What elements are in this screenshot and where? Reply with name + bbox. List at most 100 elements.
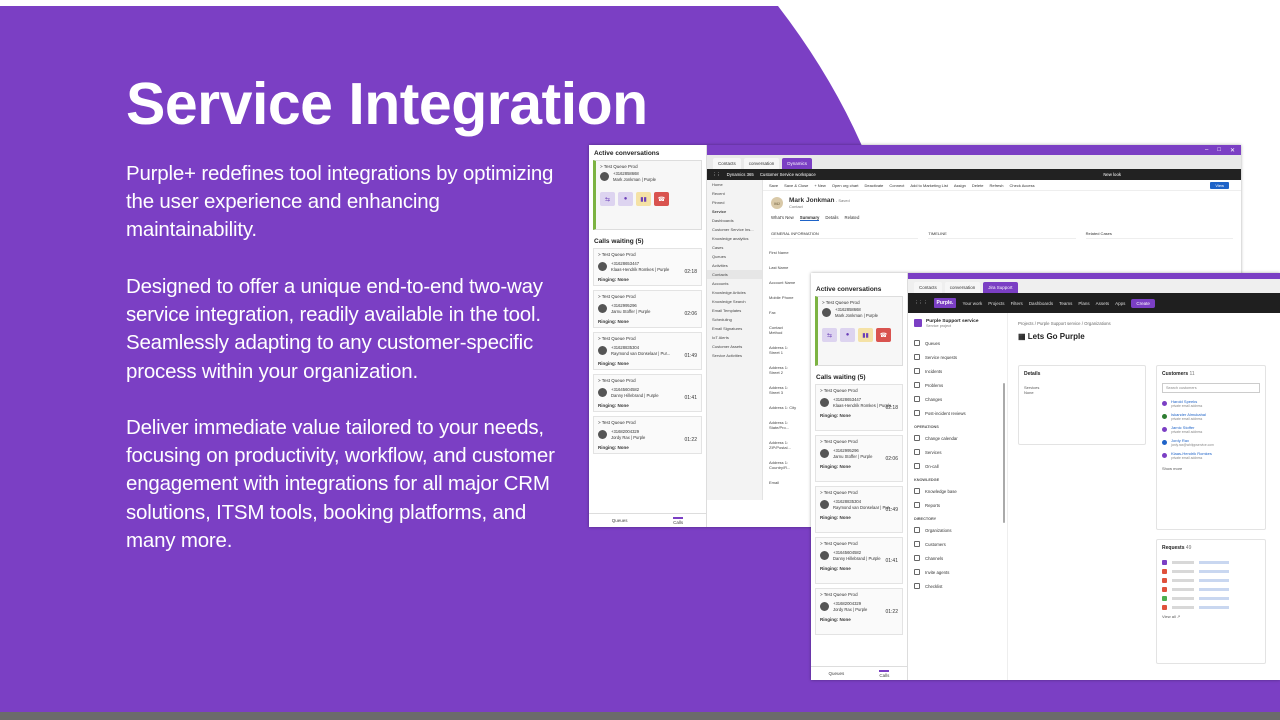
- sidebar-item-service-requests[interactable]: Service requests: [914, 350, 1001, 364]
- nav-item[interactable]: Dashboards: [707, 216, 762, 225]
- check-access-button[interactable]: Check Access: [1009, 183, 1034, 188]
- tab-queues[interactable]: Queues: [612, 518, 628, 523]
- nav-your-work[interactable]: Your work: [962, 301, 982, 306]
- tab-dynamics[interactable]: Dynamics: [782, 158, 813, 169]
- microphone-icon[interactable]: ●: [840, 328, 855, 342]
- sidebar-item-knowledge-base[interactable]: Knowledge base: [914, 484, 1001, 498]
- nav-item[interactable]: Email Templates: [707, 306, 762, 315]
- nav-filters[interactable]: Filters: [1011, 301, 1023, 306]
- waiting-call-card[interactable]: > Test Queue Prod +31628835304 Raymond va…: [815, 486, 903, 533]
- app-launcher-icon[interactable]: ⋮⋮: [712, 172, 721, 178]
- sidebar-scrollbar[interactable]: [1003, 383, 1005, 523]
- marketing-list-button[interactable]: Add to Marketing List: [910, 183, 948, 188]
- nav-item[interactable]: Activities: [707, 261, 762, 270]
- waiting-call-card[interactable]: > Test Queue Prod +31628653447 Klaas-Hend…: [593, 248, 702, 286]
- sidebar-item-reports[interactable]: Reports: [914, 498, 1001, 512]
- nav-projects[interactable]: Projects: [988, 301, 1004, 306]
- customers-search-input[interactable]: Search customers: [1162, 383, 1260, 393]
- hangup-icon[interactable]: ☎: [876, 328, 891, 342]
- waiting-call-card[interactable]: > Test Queue Prod +3162995296 Jarnu Stoff…: [815, 435, 903, 482]
- sidebar-item-customers[interactable]: Customers: [914, 537, 1001, 551]
- nav-item[interactable]: Accounts: [707, 279, 762, 288]
- sidebar-item-post-incident[interactable]: Post-incident reviews: [914, 406, 1001, 420]
- maximize-icon[interactable]: □: [1217, 147, 1221, 153]
- waiting-call-card[interactable]: > Test Queue Prod +3162995296 Jarnu Stoff…: [593, 290, 702, 328]
- deactivate-button[interactable]: Deactivate: [865, 183, 884, 188]
- jira-logo[interactable]: Purple.: [933, 298, 957, 308]
- sidebar-item-on-call[interactable]: On-call: [914, 459, 1001, 473]
- nav-item[interactable]: Customer Assets: [707, 342, 762, 351]
- refresh-button[interactable]: Refresh: [989, 183, 1003, 188]
- customer-item[interactable]: Klaas-Hendrik Romkes private email addres…: [1162, 451, 1260, 460]
- waiting-call-card[interactable]: > Test Queue Prod +31645604582 Danny Hill…: [815, 537, 903, 584]
- waiting-call-card[interactable]: > Test Queue Prod +31682004329 Jordy Rax …: [815, 588, 903, 635]
- assign-button[interactable]: Assign: [954, 183, 966, 188]
- create-button[interactable]: Create: [1131, 298, 1155, 308]
- nav-plans[interactable]: Plans: [1078, 301, 1089, 306]
- tab-conversation[interactable]: conversation: [743, 158, 780, 169]
- new-button[interactable]: + New: [814, 183, 825, 188]
- waiting-call-card[interactable]: > Test Queue Prod +31628653447 Klaas-Hend…: [815, 384, 903, 431]
- sidebar-item-organizations[interactable]: Organizations: [914, 523, 1001, 537]
- new-look-toggle[interactable]: New look: [1103, 172, 1121, 177]
- nav-item[interactable]: Home: [707, 180, 762, 189]
- nav-item[interactable]: Knowledge Search: [707, 297, 762, 306]
- nav-item[interactable]: Knowledge analytics: [707, 234, 762, 243]
- nav-item[interactable]: Pinned: [707, 198, 762, 207]
- nav-item[interactable]: Queues: [707, 252, 762, 261]
- nav-item[interactable]: Customer Service Ins...: [707, 225, 762, 234]
- tab-contacts[interactable]: Contacts: [713, 158, 741, 169]
- sidebar-item-invite-agents[interactable]: Invite agents: [914, 565, 1001, 579]
- tab-jira-support[interactable]: Jira Support: [983, 282, 1018, 293]
- microphone-icon[interactable]: ●: [618, 192, 633, 206]
- nav-item[interactable]: Scheduling: [707, 315, 762, 324]
- sidebar-item-change-calendar[interactable]: Change calendar: [914, 431, 1001, 445]
- org-chart-button[interactable]: Open org chart: [832, 183, 859, 188]
- request-item[interactable]: [1162, 560, 1260, 565]
- view-all-link[interactable]: View all: [1162, 614, 1176, 619]
- sidebar-item-problems[interactable]: Problems: [914, 378, 1001, 392]
- request-item[interactable]: [1162, 587, 1260, 592]
- active-call-card[interactable]: > Test Queue Prod +3162858668 Mark Jonkma…: [815, 296, 903, 366]
- nav-item[interactable]: Contacts: [707, 270, 762, 279]
- save-close-button[interactable]: Save & Close: [784, 183, 808, 188]
- sidebar-item-channels[interactable]: Channels: [914, 551, 1001, 565]
- tab-conversation[interactable]: conversation: [944, 282, 981, 293]
- view-button[interactable]: View: [1210, 181, 1229, 189]
- tab-calls[interactable]: Calls: [673, 516, 684, 525]
- breadcrumb[interactable]: Projects / Purple Support service / Orga…: [1018, 321, 1270, 326]
- connect-button[interactable]: Connect: [889, 183, 904, 188]
- transfer-icon[interactable]: ⇆: [822, 328, 837, 342]
- nav-assets[interactable]: Assets: [1096, 301, 1110, 306]
- sidebar-item-services[interactable]: Services: [914, 445, 1001, 459]
- nav-item[interactable]: IoT Alerts: [707, 333, 762, 342]
- transfer-icon[interactable]: ⇆: [600, 192, 615, 206]
- save-button[interactable]: Save: [769, 183, 778, 188]
- request-item[interactable]: [1162, 605, 1260, 610]
- nav-teams[interactable]: Teams: [1059, 301, 1072, 306]
- tab-summary[interactable]: Summary: [799, 215, 820, 221]
- tab-related[interactable]: Related: [845, 215, 860, 221]
- nav-item[interactable]: Knowledge Articles: [707, 288, 762, 297]
- sidebar-item-incidents[interactable]: Incidents: [914, 364, 1001, 378]
- nav-item[interactable]: Recent: [707, 189, 762, 198]
- nav-item[interactable]: Cases: [707, 243, 762, 252]
- active-call-card[interactable]: > Test Queue Prod +3162858668 Mark Jonkma…: [593, 160, 702, 230]
- nav-item[interactable]: Email Signatures: [707, 324, 762, 333]
- close-icon[interactable]: ✕: [1230, 147, 1235, 154]
- customer-item[interactable]: Iskander Almukahal private email address: [1162, 412, 1260, 421]
- customer-item[interactable]: Harold Speeks private email address: [1162, 399, 1260, 408]
- tab-contacts[interactable]: Contacts: [914, 282, 942, 293]
- nav-apps[interactable]: Apps: [1115, 301, 1125, 306]
- hold-icon[interactable]: ▮▮: [636, 192, 651, 206]
- minimize-icon[interactable]: –: [1205, 147, 1208, 153]
- sidebar-item-queues[interactable]: Queues: [914, 336, 1001, 350]
- sidebar-item-changes[interactable]: Changes: [914, 392, 1001, 406]
- nav-dashboards[interactable]: Dashboards: [1029, 301, 1053, 306]
- waiting-call-card[interactable]: > Test Queue Prod +31628835304 Raymond va…: [593, 332, 702, 370]
- app-switcher-icon[interactable]: ⋮⋮⋮: [914, 300, 928, 306]
- hold-icon[interactable]: ▮▮: [858, 328, 873, 342]
- delete-button[interactable]: Delete: [972, 183, 984, 188]
- customer-item[interactable]: Jarnic Stoffer private email address: [1162, 425, 1260, 434]
- request-item[interactable]: [1162, 569, 1260, 574]
